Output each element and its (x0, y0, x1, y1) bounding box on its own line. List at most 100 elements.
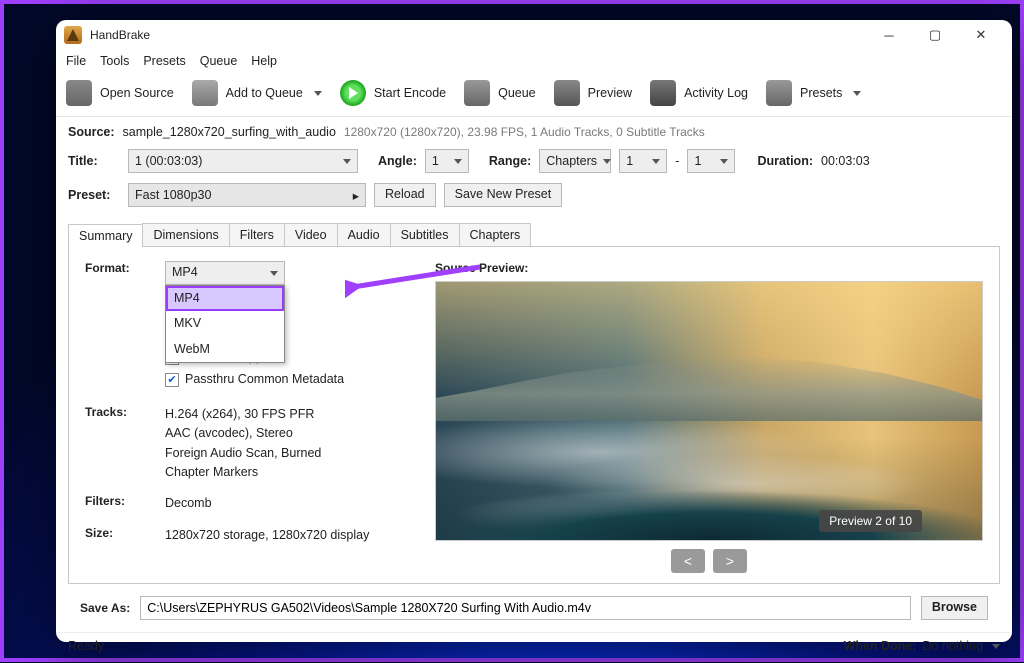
menubar: File Tools Presets Queue Help (56, 50, 1012, 74)
open-source-button[interactable]: Open Source (66, 80, 174, 106)
whendone-value[interactable]: Do nothing (923, 639, 983, 653)
saveas-label: Save As: (80, 601, 130, 615)
filters-label: Filters: (85, 494, 165, 513)
summary-right: Source Preview: Preview 2 of 10 < > (435, 261, 983, 573)
tab-video[interactable]: Video (284, 223, 338, 246)
tab-chapters[interactable]: Chapters (459, 223, 532, 246)
window-controls: ─ ▢ ✕ (866, 20, 1004, 50)
preset-value: Fast 1080p30 (135, 188, 211, 202)
tracks-label: Tracks: (85, 405, 165, 483)
statusbar: Ready When Done: Do nothing (56, 632, 1012, 663)
format-value: MP4 (172, 263, 198, 282)
queue-label: Queue (498, 86, 536, 100)
format-dropdown: MP4 MKV WebM (165, 285, 285, 363)
track-line: H.264 (x264), 30 FPS PFR (165, 405, 405, 424)
range-from: 1 (626, 154, 633, 168)
window-title: HandBrake (90, 28, 150, 42)
menu-file[interactable]: File (66, 54, 86, 68)
whendone-label: When Done: (844, 639, 917, 653)
chevron-down-icon (343, 159, 351, 164)
angle-select[interactable]: 1 (425, 149, 469, 173)
preview-image: Preview 2 of 10 (435, 281, 983, 541)
stack-plus-icon (192, 80, 218, 106)
format-option-mkv[interactable]: MKV (166, 311, 284, 336)
chevron-down-icon (652, 159, 660, 164)
range-to: 1 (694, 154, 701, 168)
tab-filters[interactable]: Filters (229, 223, 285, 246)
range-mode-select[interactable]: Chapters (539, 149, 611, 173)
activity-log-button[interactable]: Activity Log (650, 80, 748, 106)
preview-label: Preview (588, 86, 632, 100)
source-row: Source: sample_1280x720_surfing_with_aud… (68, 125, 1000, 139)
source-label: Source: (68, 125, 115, 139)
titlebar: HandBrake ─ ▢ ✕ (56, 20, 1012, 50)
save-new-preset-button[interactable]: Save New Preset (444, 183, 563, 207)
saveas-input[interactable] (140, 596, 911, 620)
passthru-row: ✔ Passthru Common Metadata (165, 370, 405, 389)
title-select[interactable]: 1 (00:03:03) (128, 149, 358, 173)
tab-subtitles[interactable]: Subtitles (390, 223, 460, 246)
duration-value: 00:03:03 (821, 154, 870, 168)
preview-prev-button[interactable]: < (671, 549, 705, 573)
track-line: Foreign Audio Scan, Burned (165, 444, 405, 463)
preview-nav: < > (435, 549, 983, 573)
preset-select[interactable]: Fast 1080p30 ▸ (128, 183, 366, 207)
play-icon (340, 80, 366, 106)
menu-tools[interactable]: Tools (100, 54, 129, 68)
source-meta: 1280x720 (1280x720), 23.98 FPS, 1 Audio … (344, 125, 705, 139)
preset-row: Preset: Fast 1080p30 ▸ Reload Save New Pr… (68, 183, 1000, 207)
tab-summary[interactable]: Summary (68, 224, 143, 247)
format-label: Format: (85, 261, 165, 393)
range-from-select[interactable]: 1 (619, 149, 667, 173)
start-encode-label: Start Encode (374, 86, 446, 100)
add-to-queue-button[interactable]: Add to Queue (192, 80, 322, 106)
preview-heading: Source Preview: (435, 261, 983, 275)
chevron-right-icon: ▸ (353, 188, 359, 203)
size-value: 1280x720 storage, 1280x720 display (165, 526, 405, 545)
chevron-down-icon (603, 159, 611, 164)
menu-presets[interactable]: Presets (143, 54, 185, 68)
menu-queue[interactable]: Queue (200, 54, 238, 68)
preview-badge: Preview 2 of 10 (819, 510, 922, 532)
source-file: sample_1280x720_surfing_with_audio (123, 125, 336, 139)
chevron-down-icon (720, 159, 728, 164)
format-option-mp4[interactable]: MP4 (166, 286, 284, 311)
frames-icon (464, 80, 490, 106)
presets-label: Presets (800, 86, 842, 100)
chevron-down-icon (853, 91, 861, 96)
preset-label: Preset: (68, 188, 120, 202)
format-select[interactable]: MP4 (165, 261, 285, 285)
browse-button[interactable]: Browse (921, 596, 988, 620)
preset-icon (766, 80, 792, 106)
maximize-button[interactable]: ▢ (912, 20, 958, 50)
reload-button[interactable]: Reload (374, 183, 436, 207)
preview-next-button[interactable]: > (713, 549, 747, 573)
tab-audio[interactable]: Audio (337, 223, 391, 246)
track-line: Chapter Markers (165, 463, 405, 482)
open-source-label: Open Source (100, 86, 174, 100)
duration-label: Duration: (757, 154, 813, 168)
filters-value: Decomb (165, 494, 405, 513)
chevron-down-icon (270, 271, 278, 276)
tab-dimensions[interactable]: Dimensions (142, 223, 229, 246)
summary-pane: Format: MP4 MP4 MKV WebM iPod 5G Support (68, 247, 1000, 584)
film-plus-icon (66, 80, 92, 106)
format-option-webm[interactable]: WebM (166, 337, 284, 362)
track-line: AAC (avcodec), Stereo (165, 424, 405, 443)
queue-button[interactable]: Queue (464, 80, 536, 106)
preview-button[interactable]: Preview (554, 80, 632, 106)
start-encode-button[interactable]: Start Encode (340, 80, 446, 106)
passthru-checkbox[interactable]: ✔ (165, 373, 179, 387)
range-to-select[interactable]: 1 (687, 149, 735, 173)
app-window: HandBrake ─ ▢ ✕ File Tools Presets Queue… (56, 20, 1012, 642)
presets-button[interactable]: Presets (766, 80, 861, 106)
angle-label: Angle: (378, 154, 417, 168)
title-label: Title: (68, 154, 120, 168)
minimize-button[interactable]: ─ (866, 20, 912, 50)
add-queue-label: Add to Queue (226, 86, 303, 100)
title-row: Title: 1 (00:03:03) Angle: 1 Range: Chap… (68, 149, 1000, 173)
range-dash: - (675, 154, 679, 168)
close-button[interactable]: ✕ (958, 20, 1004, 50)
menu-help[interactable]: Help (251, 54, 277, 68)
passthru-label: Passthru Common Metadata (185, 370, 344, 389)
